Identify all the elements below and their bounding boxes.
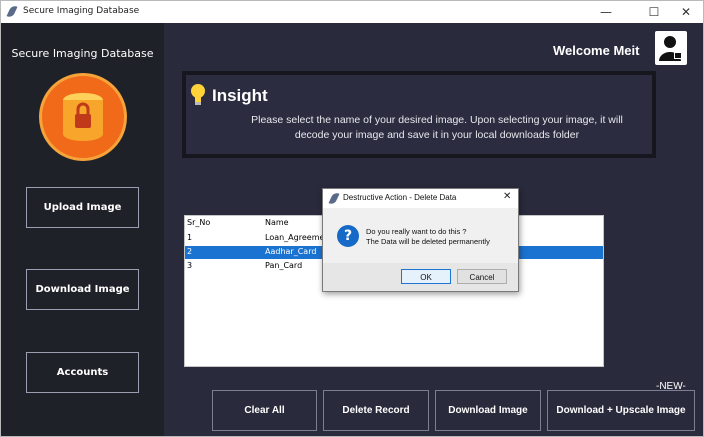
user-lock-icon[interactable] bbox=[655, 31, 687, 65]
column-header-sr-no[interactable]: Sr_No bbox=[187, 218, 210, 227]
cell-name: Pan_Card bbox=[265, 261, 303, 270]
download-image-nav-button[interactable]: Download Image bbox=[26, 269, 139, 310]
download-upscale-button[interactable]: Download + Upscale Image bbox=[547, 390, 695, 431]
window-title: Secure Imaging Database bbox=[23, 6, 140, 16]
sidebar-title: Secure Imaging Database bbox=[11, 47, 154, 60]
close-button[interactable]: ✕ bbox=[671, 1, 701, 23]
cell-name: Aadhar_Card bbox=[265, 247, 317, 256]
cancel-button[interactable]: Cancel bbox=[457, 269, 507, 284]
dialog-close-button[interactable]: ✕ bbox=[503, 191, 511, 202]
minimize-button[interactable]: — bbox=[591, 1, 621, 23]
cell-sr-no: 2 bbox=[187, 247, 193, 256]
clear-all-button[interactable]: Clear All bbox=[212, 390, 317, 431]
maximize-button[interactable]: ☐ bbox=[639, 1, 669, 23]
column-header-name[interactable]: Name bbox=[265, 218, 289, 227]
download-image-button[interactable]: Download Image bbox=[435, 390, 541, 431]
dialog-message-line2: The Data will be deleted permanently bbox=[366, 237, 490, 246]
ok-button[interactable]: OK bbox=[401, 269, 451, 284]
insight-text: Please select the name of your desired i… bbox=[251, 114, 623, 141]
dialog-message-line1: Do you really want to do this ? bbox=[366, 227, 467, 236]
welcome-text: Welcome Meit bbox=[553, 43, 640, 58]
question-icon: ? bbox=[337, 225, 359, 247]
database-lock-icon bbox=[39, 73, 127, 161]
delete-record-button[interactable]: Delete Record bbox=[323, 390, 429, 431]
cell-sr-no: 3 bbox=[187, 261, 193, 270]
accounts-button[interactable]: Accounts bbox=[26, 352, 139, 393]
lightbulb-icon bbox=[190, 83, 206, 107]
app-window: Secure Imaging Database — ☐ ✕ Secure Ima… bbox=[0, 0, 704, 437]
dialog-message: Do you really want to do this ? The Data… bbox=[366, 227, 490, 247]
insight-title: Insight bbox=[212, 86, 268, 105]
cell-sr-no: 1 bbox=[187, 233, 193, 242]
upload-image-button[interactable]: Upload Image bbox=[26, 187, 139, 228]
dialog-title: Destructive Action - Delete Data bbox=[343, 193, 457, 202]
